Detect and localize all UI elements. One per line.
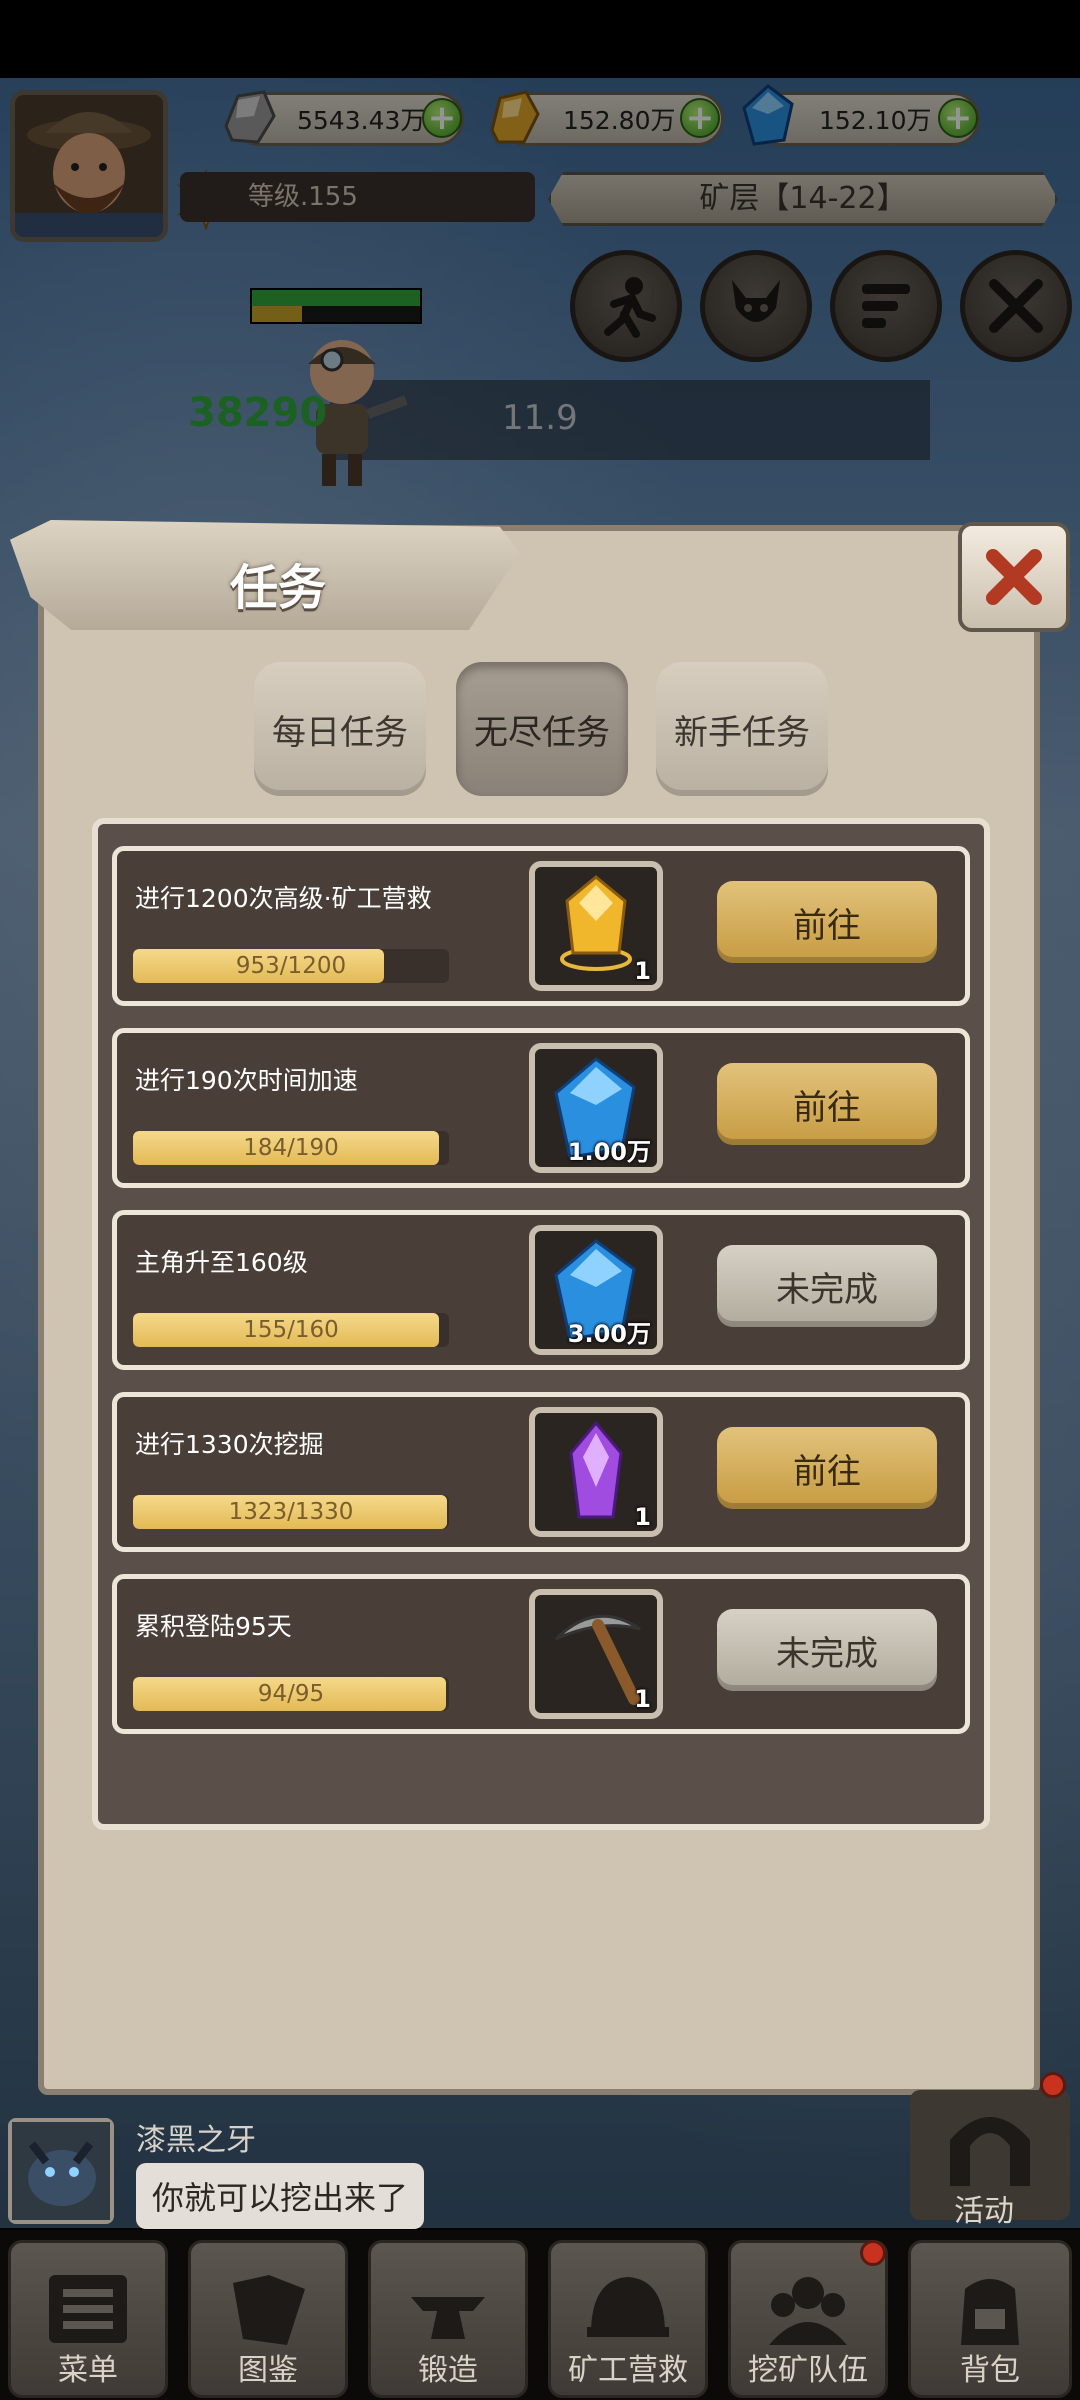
reward-count: 3.00万 <box>567 1320 651 1348</box>
reward-count: 1 <box>634 1685 651 1713</box>
nav-miner-rescue[interactable]: 矿工营救 <box>548 2240 708 2398</box>
nav-forge[interactable]: 锻造 <box>368 2240 528 2398</box>
button-label: 未完成 <box>776 1633 878 1674</box>
task-progress-text: 184/190 <box>243 1135 339 1161</box>
go-button[interactable]: 前往 <box>717 1063 937 1145</box>
task-title: 主角升至160级 <box>135 1248 308 1277</box>
cave-arch-icon <box>950 2117 1030 2186</box>
button-label: 前往 <box>793 1087 861 1128</box>
status-bar <box>0 0 1080 78</box>
reward-slot[interactable]: 1.00万 <box>529 1043 663 1173</box>
task-progress-bar: 184/190 <box>133 1131 449 1165</box>
dialog-title: 任务 <box>230 560 327 616</box>
reward-slot[interactable]: 1 <box>529 1407 663 1537</box>
tab-newbie[interactable]: 新手任务 <box>656 662 828 796</box>
task-row: 主角升至160级 155/160 3.00万 未完成 <box>112 1210 970 1370</box>
tab-label: 新手任务 <box>674 712 810 753</box>
nav-label: 图鉴 <box>238 2353 298 2388</box>
helmet-icon <box>587 2277 669 2337</box>
book-icon <box>233 2275 305 2345</box>
task-progress-bar: 1323/1330 <box>133 1495 449 1529</box>
activity-notification-dot <box>1040 2072 1066 2098</box>
task-progress-text: 953/1200 <box>235 953 347 979</box>
go-button[interactable]: 前往 <box>717 881 937 963</box>
tab-label: 无尽任务 <box>474 712 610 753</box>
task-progress-bar: 155/160 <box>133 1313 449 1347</box>
reward-count: 1 <box>634 957 651 985</box>
nav-label: 菜单 <box>58 2353 118 2388</box>
nav-label: 挖矿队伍 <box>748 2353 868 2388</box>
nav-label: 背包 <box>960 2353 1020 2388</box>
incomplete-button[interactable]: 未完成 <box>717 1609 937 1691</box>
activity-label: 活动 <box>954 2194 1014 2229</box>
nav-codex[interactable]: 图鉴 <box>188 2240 348 2398</box>
task-progress-bar: 953/1200 <box>133 949 449 983</box>
nav-backpack[interactable]: 背包 <box>908 2240 1072 2398</box>
chat-avatar[interactable] <box>8 2118 114 2224</box>
task-title: 累积登陆95天 <box>135 1612 292 1641</box>
button-label: 未完成 <box>776 1269 878 1310</box>
task-row: 进行190次时间加速 184/190 1.00万 前往 <box>112 1028 970 1188</box>
nav-menu[interactable]: 菜单 <box>8 2240 168 2398</box>
team-notification-dot <box>860 2240 886 2266</box>
button-label: 前往 <box>793 905 861 946</box>
tab-daily[interactable]: 每日任务 <box>254 662 426 796</box>
task-progress-text: 155/160 <box>243 1317 339 1343</box>
gold-crystal-icon <box>560 875 632 971</box>
purple-crystal-icon <box>569 1420 623 1519</box>
go-button[interactable]: 前往 <box>717 1427 937 1509</box>
reward-count: 1.00万 <box>567 1138 651 1166</box>
close-icon <box>986 549 1042 605</box>
task-progress-bar: 94/95 <box>133 1677 449 1711</box>
reward-slot[interactable]: 3.00万 <box>529 1225 663 1355</box>
task-row: 进行1330次挖掘 1323/1330 1 前往 <box>112 1392 970 1552</box>
reward-count: 1 <box>634 1503 651 1531</box>
close-button[interactable] <box>958 522 1070 632</box>
team-icon <box>769 2277 847 2345</box>
task-title: 进行1200次高级·矿工营救 <box>135 884 432 913</box>
backpack-icon <box>961 2279 1019 2345</box>
button-label: 前往 <box>793 1451 861 1492</box>
tab-endless[interactable]: 无尽任务 <box>456 662 628 796</box>
task-row: 累积登陆95天 94/95 1 未完成 <box>112 1574 970 1734</box>
nav-label: 锻造 <box>418 2353 478 2388</box>
incomplete-button[interactable]: 未完成 <box>717 1245 937 1327</box>
task-title: 进行190次时间加速 <box>135 1066 358 1095</box>
task-progress-text: 94/95 <box>257 1681 325 1707</box>
task-progress-text: 1323/1330 <box>228 1499 354 1525</box>
menu-icon <box>49 2275 127 2343</box>
chat-message: 你就可以挖出来了 <box>136 2163 425 2229</box>
chat-sender-name: 漆黑之牙 <box>136 2123 256 2158</box>
anvil-icon <box>411 2297 485 2339</box>
nav-label: 矿工营救 <box>568 2353 688 2388</box>
reward-slot[interactable]: 1 <box>529 861 663 991</box>
reward-slot[interactable]: 1 <box>529 1589 663 1719</box>
task-row: 进行1200次高级·矿工营救 953/1200 1 前往 <box>112 846 970 1006</box>
tab-label: 每日任务 <box>272 712 408 753</box>
nav-mining-team[interactable]: 挖矿队伍 <box>728 2240 888 2398</box>
task-title: 进行1330次挖掘 <box>135 1430 324 1459</box>
pickaxe-icon <box>554 1614 641 1705</box>
